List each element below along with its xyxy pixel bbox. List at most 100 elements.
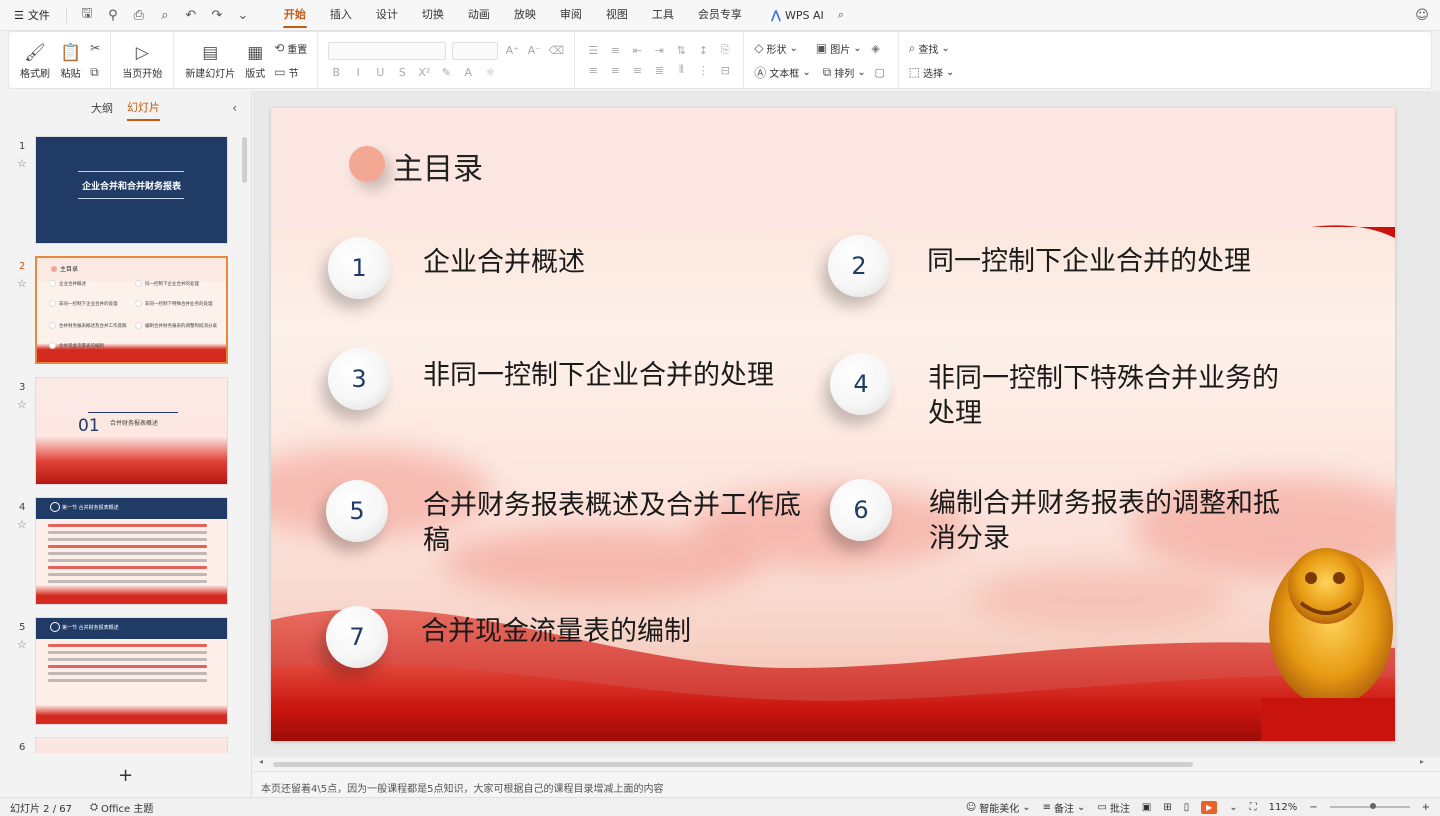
select-button[interactable]: ⬚ 选择 ⌄ bbox=[909, 63, 955, 81]
play-from-current-button[interactable]: ▷ 当页开始 bbox=[117, 34, 167, 86]
outline-icon[interactable]: ▢ bbox=[872, 66, 888, 79]
tab-membership[interactable]: 会员专享 bbox=[687, 0, 753, 30]
shape-button[interactable]: ◇ 形状 ⌄ bbox=[754, 39, 798, 57]
notes-button[interactable]: ≡ 备注 ⌄ bbox=[1043, 800, 1086, 815]
fill-icon[interactable]: ◈ bbox=[868, 42, 884, 55]
star-icon[interactable]: ☆ bbox=[17, 518, 27, 531]
collapse-panel-icon[interactable]: ‹ bbox=[232, 101, 237, 115]
font-color-icon[interactable]: A bbox=[460, 66, 476, 79]
align-right-icon[interactable]: ≡ bbox=[629, 64, 645, 77]
undo-icon[interactable]: ↶ bbox=[181, 5, 201, 25]
search-icon[interactable]: ⌕ bbox=[838, 8, 844, 22]
tab-review[interactable]: 审阅 bbox=[549, 0, 593, 30]
highlight-icon[interactable]: ✎ bbox=[438, 66, 454, 79]
tab-outline[interactable]: 大纲 bbox=[91, 96, 113, 120]
line-spacing-icon[interactable]: ↕ bbox=[695, 44, 711, 57]
print-preview-icon[interactable]: ⌕ bbox=[155, 5, 175, 25]
distribute-icon[interactable]: ⫴ bbox=[673, 63, 689, 77]
font-size-select[interactable] bbox=[452, 41, 499, 60]
wps-ai-button[interactable]: ⋀ WPS AI ⌕ bbox=[771, 8, 844, 22]
quick-access-dropdown-icon[interactable]: ⌄ bbox=[233, 5, 253, 25]
strikethrough-icon[interactable]: S bbox=[394, 66, 410, 79]
text-direction-icon[interactable]: ⇅ bbox=[673, 44, 689, 57]
horizontal-scrollbar[interactable]: ◂ ▸ bbox=[253, 757, 1440, 771]
zoom-slider[interactable] bbox=[1329, 803, 1410, 809]
star-icon[interactable]: ☆ bbox=[17, 157, 27, 170]
section-button[interactable]: ▭ 节 bbox=[274, 63, 307, 81]
slide-thumbnail-5[interactable]: 5 ☆ 第一节 合并财务报表概述 bbox=[0, 614, 240, 726]
fit-window-icon[interactable]: ⛶ bbox=[1250, 802, 1257, 813]
star-icon[interactable]: ☆ bbox=[17, 277, 27, 290]
copy-button[interactable]: ⧉ bbox=[90, 63, 100, 81]
cut-button[interactable]: ✂ bbox=[90, 39, 100, 57]
font-family-select[interactable] bbox=[328, 41, 447, 60]
normal-view-icon[interactable]: ▣ bbox=[1142, 802, 1151, 813]
columns-icon[interactable]: ⋮ bbox=[695, 64, 711, 77]
toc-item-4[interactable]: 非同一控制下特殊合并业务的处理 bbox=[928, 361, 1288, 431]
star-icon[interactable]: ☆ bbox=[17, 398, 27, 411]
star-icon[interactable]: ☆ bbox=[17, 638, 27, 651]
text-effect-icon[interactable]: ☼ bbox=[482, 66, 498, 79]
toc-item-7[interactable]: 合并现金流量表的编制 bbox=[421, 614, 691, 649]
layout-button[interactable]: ▦ 版式 bbox=[240, 34, 270, 86]
save-icon[interactable]: 🖫 bbox=[77, 5, 97, 25]
zoom-out-icon[interactable]: − bbox=[1309, 802, 1317, 813]
textbox-button[interactable]: Ⓐ 文本框 ⌄ bbox=[754, 63, 810, 81]
tab-slides[interactable]: 幻灯片 bbox=[127, 95, 160, 121]
comments-button[interactable]: ▭ 批注 bbox=[1097, 800, 1129, 815]
slide-title[interactable]: 主目录 bbox=[393, 144, 483, 188]
print-icon[interactable]: ⎙ bbox=[129, 5, 149, 25]
find-button[interactable]: ⌕ 查找 ⌄ bbox=[909, 39, 955, 57]
slide-thumbnail-6[interactable]: 6 bbox=[0, 734, 240, 753]
toc-item-2[interactable]: 同一控制下企业合并的处理 bbox=[927, 244, 1251, 279]
toc-item-1[interactable]: 企业合并概述 bbox=[423, 245, 585, 280]
share-icon[interactable]: ⚲ bbox=[103, 5, 123, 25]
tab-animations[interactable]: 动画 bbox=[457, 0, 501, 30]
italic-icon[interactable]: I bbox=[350, 66, 366, 79]
arrange-button[interactable]: ⧉ 排列 ⌄ bbox=[823, 63, 866, 81]
align-left-icon[interactable]: ≡ bbox=[585, 64, 601, 77]
text-align-icon[interactable]: ⊟ bbox=[717, 64, 733, 77]
justify-icon[interactable]: ≣ bbox=[651, 64, 667, 77]
tab-slideshow[interactable]: 放映 bbox=[503, 0, 547, 30]
current-slide[interactable]: 主目录 1 企业合并概述 2 同一控制下企业合并的处理 3 非同一控制下企业合并… bbox=[271, 108, 1395, 741]
new-slide-button[interactable]: ▤ 新建幻灯片 bbox=[180, 34, 240, 86]
grid-view-icon[interactable]: ⊞ bbox=[1163, 802, 1171, 813]
panel-scrollbar[interactable] bbox=[242, 137, 247, 183]
chevron-down-icon[interactable]: ⌄ bbox=[1229, 802, 1237, 813]
underline-icon[interactable]: U bbox=[372, 66, 388, 79]
add-slide-icon[interactable]: + bbox=[118, 765, 133, 786]
chat-icon[interactable]: ☺ bbox=[1412, 5, 1432, 25]
beautify-button[interactable]: ☺ 智能美化 ⌄ bbox=[966, 800, 1031, 815]
decrease-font-icon[interactable]: A⁻ bbox=[526, 44, 542, 57]
paste-button[interactable]: 📋 粘贴 bbox=[55, 34, 86, 86]
reset-button[interactable]: ⟲ 重置 bbox=[274, 39, 307, 57]
clear-format-icon[interactable]: ⌫ bbox=[548, 44, 565, 57]
zoom-in-icon[interactable]: + bbox=[1422, 802, 1430, 813]
tab-home[interactable]: 开始 bbox=[273, 0, 317, 30]
superscript-icon[interactable]: X² bbox=[416, 66, 432, 79]
speaker-notes[interactable]: 本页还留着4\5点，因为一般课程都是5点知识，大家可根据自己的课程目录增减上面的… bbox=[253, 771, 1440, 797]
bold-icon[interactable]: B bbox=[328, 66, 344, 79]
convert-icon[interactable]: ⎘ bbox=[717, 43, 733, 57]
slide-thumbnail-1[interactable]: 1 ☆ 企业合并和合并财务报表 bbox=[0, 133, 240, 245]
tab-design[interactable]: 设计 bbox=[365, 0, 409, 30]
numbering-icon[interactable]: ≡ bbox=[607, 44, 623, 57]
tab-insert[interactable]: 插入 bbox=[319, 0, 363, 30]
reading-view-icon[interactable]: ▯ bbox=[1184, 802, 1190, 813]
toc-item-5[interactable]: 合并财务报表概述及合并工作底稿 bbox=[423, 488, 823, 558]
tab-view[interactable]: 视图 bbox=[595, 0, 639, 30]
theme-button[interactable]: ⛭ Office 主题 bbox=[90, 800, 153, 815]
scroll-left-icon[interactable]: ◂ bbox=[259, 757, 263, 766]
tab-transitions[interactable]: 切换 bbox=[411, 0, 455, 30]
align-center-icon[interactable]: ≡ bbox=[607, 64, 623, 77]
toc-item-3[interactable]: 非同一控制下企业合并的处理 bbox=[423, 358, 774, 393]
format-painter-button[interactable]: 🖌 格式刷 bbox=[15, 34, 55, 86]
slide-thumbnail-4[interactable]: 4 ☆ 第一节 合并财务报表概述 bbox=[0, 494, 240, 606]
increase-indent-icon[interactable]: ⇥ bbox=[651, 44, 667, 57]
decrease-indent-icon[interactable]: ⇤ bbox=[629, 44, 645, 57]
scroll-right-icon[interactable]: ▸ bbox=[1420, 757, 1424, 766]
slide-thumbnail-2[interactable]: 2 ☆ 主目录 企业合并概述 同一控制下企业合并的处理 非同一控制下企业合并的处… bbox=[0, 253, 240, 365]
toc-item-6[interactable]: 编制合并财务报表的调整和抵消分录 bbox=[929, 486, 1289, 556]
increase-font-icon[interactable]: A⁺ bbox=[504, 44, 520, 57]
